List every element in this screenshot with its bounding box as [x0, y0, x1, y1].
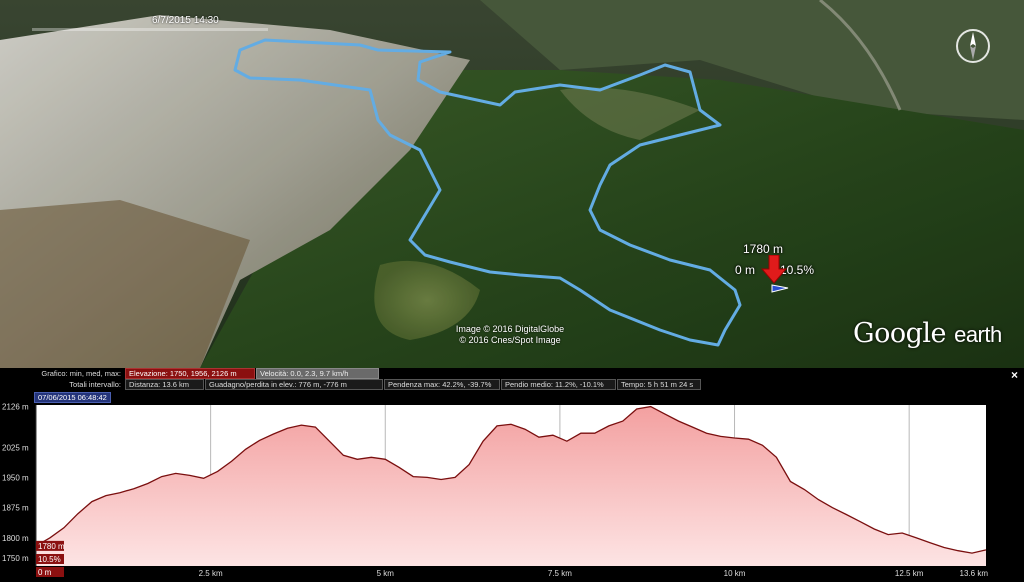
logo-word-earth: earth — [954, 322, 1002, 347]
x-tick-label: 10 km — [724, 569, 746, 578]
cursor-slope-tag: 10.5% — [38, 555, 61, 564]
x-tick-label: 5 km — [377, 569, 395, 578]
y-tick-label: 2025 m — [2, 443, 29, 452]
x-tick-label: 2.5 km — [199, 569, 223, 578]
compass-icon[interactable] — [954, 27, 992, 65]
y-tick-label: 1750 m — [2, 554, 29, 563]
x-tick-label: 13.6 km — [960, 569, 989, 578]
x-tick-label: 12.5 km — [895, 569, 924, 578]
cursor-elevation-tag: 1780 m — [38, 542, 65, 551]
y-tick-label: 2126 m — [2, 403, 29, 412]
elevation-profile-chart[interactable]: 2126 m 2025 m 1950 m 1875 m 1800 m 1750 m 2.5 … — [0, 368, 1024, 582]
earth-map-view[interactable]: 6/7/2015 14:30 1780 m 0 m 10.5% Image © … — [0, 0, 1024, 368]
y-tick-label: 1950 m — [2, 473, 29, 482]
elevation-profile-panel: Grafico: min, med, max: Elevazione: 1750… — [0, 368, 1024, 582]
imagery-credit: Image © 2016 DigitalGlobe © 2016 Cnes/Sp… — [440, 324, 580, 346]
position-arrow-icon — [760, 255, 789, 293]
x-tick-label: 7.5 km — [548, 569, 572, 578]
imagery-credit-line2: © 2016 Cnes/Spot Image — [459, 335, 561, 345]
imagery-credit-line1: Image © 2016 DigitalGlobe — [455, 324, 565, 334]
terrain-imagery — [0, 0, 1024, 368]
cursor-distance-tag: 0 m — [38, 568, 52, 577]
y-tick-label: 1800 m — [2, 534, 29, 543]
marker-distance-label: 0 m — [735, 263, 756, 277]
google-earth-logo: Google earth — [853, 318, 1002, 349]
logo-word-google: Google — [853, 318, 946, 349]
marker-elevation-label: 1780 m — [743, 242, 784, 256]
y-tick-label: 1875 m — [2, 504, 29, 513]
time-slider[interactable] — [32, 28, 268, 31]
map-date: 6/7/2015 14:30 — [152, 15, 219, 26]
